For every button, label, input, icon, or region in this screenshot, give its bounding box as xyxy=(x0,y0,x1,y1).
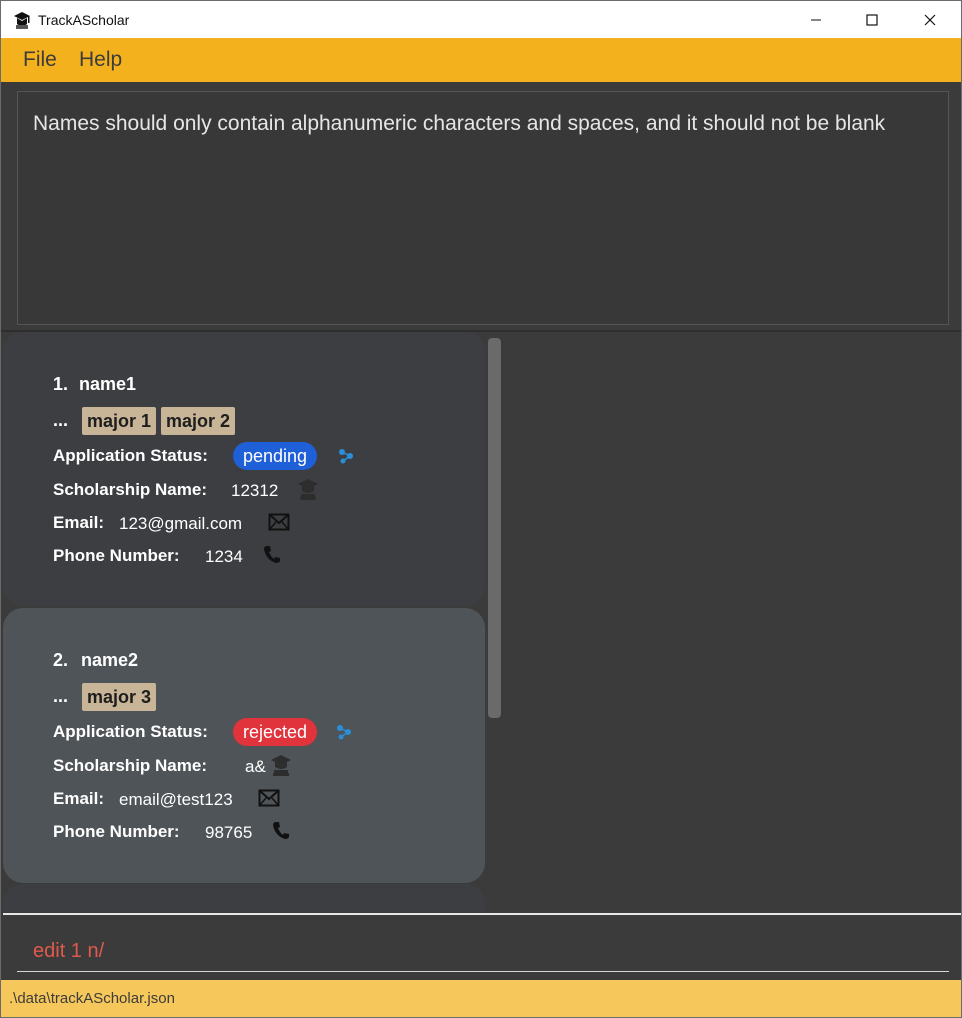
ellipsis: ... xyxy=(53,686,69,706)
applicant-card[interactable]: 2. name2 ... major 3 Application Status:… xyxy=(3,608,485,883)
email-value: email@test123 xyxy=(119,790,233,809)
status-icon xyxy=(337,725,351,740)
status-badge: pending xyxy=(233,442,318,470)
scholarship-value: a& xyxy=(245,757,266,776)
phone-value: 98765 xyxy=(205,823,253,842)
menu-bar: File Help xyxy=(0,38,962,82)
ellipsis: ... xyxy=(53,410,69,430)
email-label: Email: xyxy=(53,789,105,808)
title-bar: TrackAScholar xyxy=(0,0,962,38)
command-input[interactable] xyxy=(33,936,933,966)
close-button[interactable] xyxy=(901,1,959,39)
applicant-name: name2 xyxy=(81,650,139,670)
applicant-list[interactable]: 1. name1 ... major 1 major 2 Application… xyxy=(1,332,506,912)
email-icon xyxy=(258,789,280,807)
applicant-index: 1. xyxy=(53,374,69,394)
result-message: Names should only contain alphanumeric c… xyxy=(33,112,886,135)
maximize-button[interactable] xyxy=(843,1,901,39)
phone-icon xyxy=(264,546,280,563)
applicant-card[interactable] xyxy=(3,884,485,912)
command-box xyxy=(17,928,949,972)
status-label: Application Status: xyxy=(53,722,208,741)
app-title: TrackAScholar xyxy=(38,12,130,28)
list-scrollbar[interactable] xyxy=(488,338,501,718)
major-tag: major 3 xyxy=(82,683,157,711)
major-tag: major 2 xyxy=(161,407,236,435)
status-icon xyxy=(339,449,353,464)
minimize-button[interactable] xyxy=(787,1,845,39)
result-display[interactable]: Names should only contain alphanumeric c… xyxy=(17,91,949,325)
minimize-icon xyxy=(811,19,821,21)
scholarship-icon xyxy=(271,755,291,776)
applicant-card[interactable]: 1. name1 ... major 1 major 2 Application… xyxy=(3,332,485,606)
maximize-icon xyxy=(866,14,878,26)
menu-file[interactable]: File xyxy=(23,48,57,72)
phone-icon xyxy=(273,822,289,839)
scholarship-icon xyxy=(298,479,318,500)
status-bar: .\data\trackAScholar.json xyxy=(0,980,962,1018)
applicant-index: 2. xyxy=(53,650,69,670)
status-label: Application Status: xyxy=(53,446,208,465)
menu-help[interactable]: Help xyxy=(79,48,122,72)
status-badge: rejected xyxy=(233,718,318,746)
main-panel: Names should only contain alphanumeric c… xyxy=(0,82,962,980)
scholarship-label: Scholarship Name: xyxy=(53,480,207,499)
email-icon xyxy=(268,513,290,531)
command-divider xyxy=(3,913,961,915)
major-tag: major 1 xyxy=(82,407,157,435)
graduation-cap-icon xyxy=(14,12,30,29)
phone-value: 1234 xyxy=(205,547,243,566)
email-label: Email: xyxy=(53,513,105,532)
scholarship-label: Scholarship Name: xyxy=(53,756,207,775)
applicant-name: name1 xyxy=(79,374,137,394)
phone-label: Phone Number: xyxy=(53,546,180,565)
save-location: .\data\trackAScholar.json xyxy=(9,990,175,1007)
close-icon xyxy=(924,14,936,26)
scholarship-value: 12312 xyxy=(231,481,279,500)
email-value: 123@gmail.com xyxy=(119,514,243,533)
phone-label: Phone Number: xyxy=(53,822,180,841)
